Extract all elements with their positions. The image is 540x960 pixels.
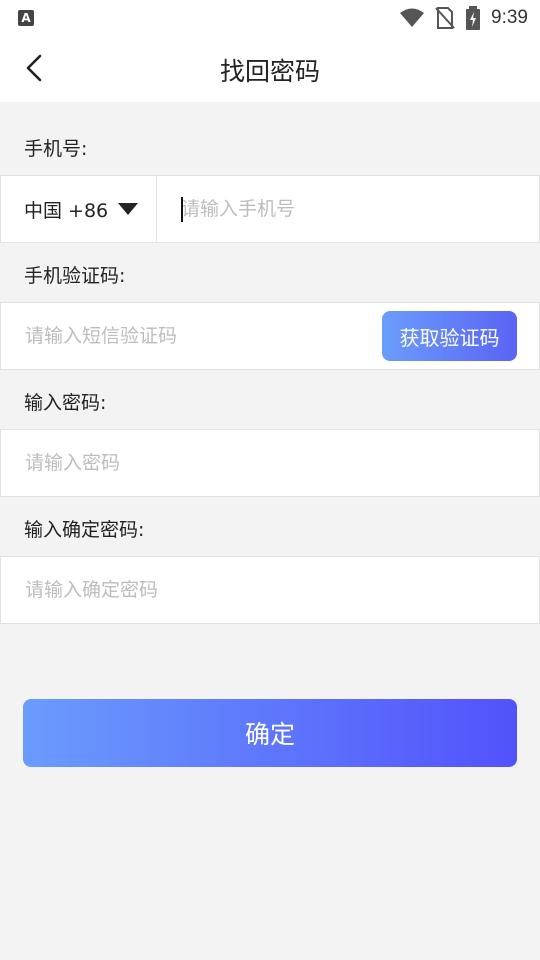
status-bar: A 9:39 [0,0,540,36]
battery-charging-icon [466,6,481,30]
password-label: 输入密码: [24,392,107,414]
confirm-button[interactable]: 确定 [23,699,517,767]
status-icons: 9:39 [399,4,528,32]
sms-code-label: 手机验证码: [24,265,126,287]
page-title: 找回密码 [219,57,320,86]
confirm-password-input[interactable] [25,557,515,623]
caret-down-icon [118,203,139,215]
get-code-button[interactable]: 获取验证码 [382,311,517,361]
app-notification-icon: A [18,10,34,26]
country-code-value: 中国 +86 [24,199,109,222]
sms-code-row: 获取验证码 [0,302,540,370]
password-input[interactable] [25,430,515,496]
sms-code-input[interactable] [25,303,365,369]
status-time: 9:39 [491,7,528,28]
phone-row: 中国 +86 [0,175,540,243]
phone-input[interactable] [181,176,521,242]
no-sim-icon [435,7,455,29]
phone-label: 手机号: [24,138,88,160]
confirm-password-label: 输入确定密码: [24,519,145,541]
wifi-icon [400,8,425,27]
password-row [0,429,540,497]
text-cursor [181,197,183,222]
confirm-password-row [0,556,540,624]
nav-bar: 找回密码 [0,36,540,102]
country-code-select[interactable]: 中国 +86 [1,176,157,242]
